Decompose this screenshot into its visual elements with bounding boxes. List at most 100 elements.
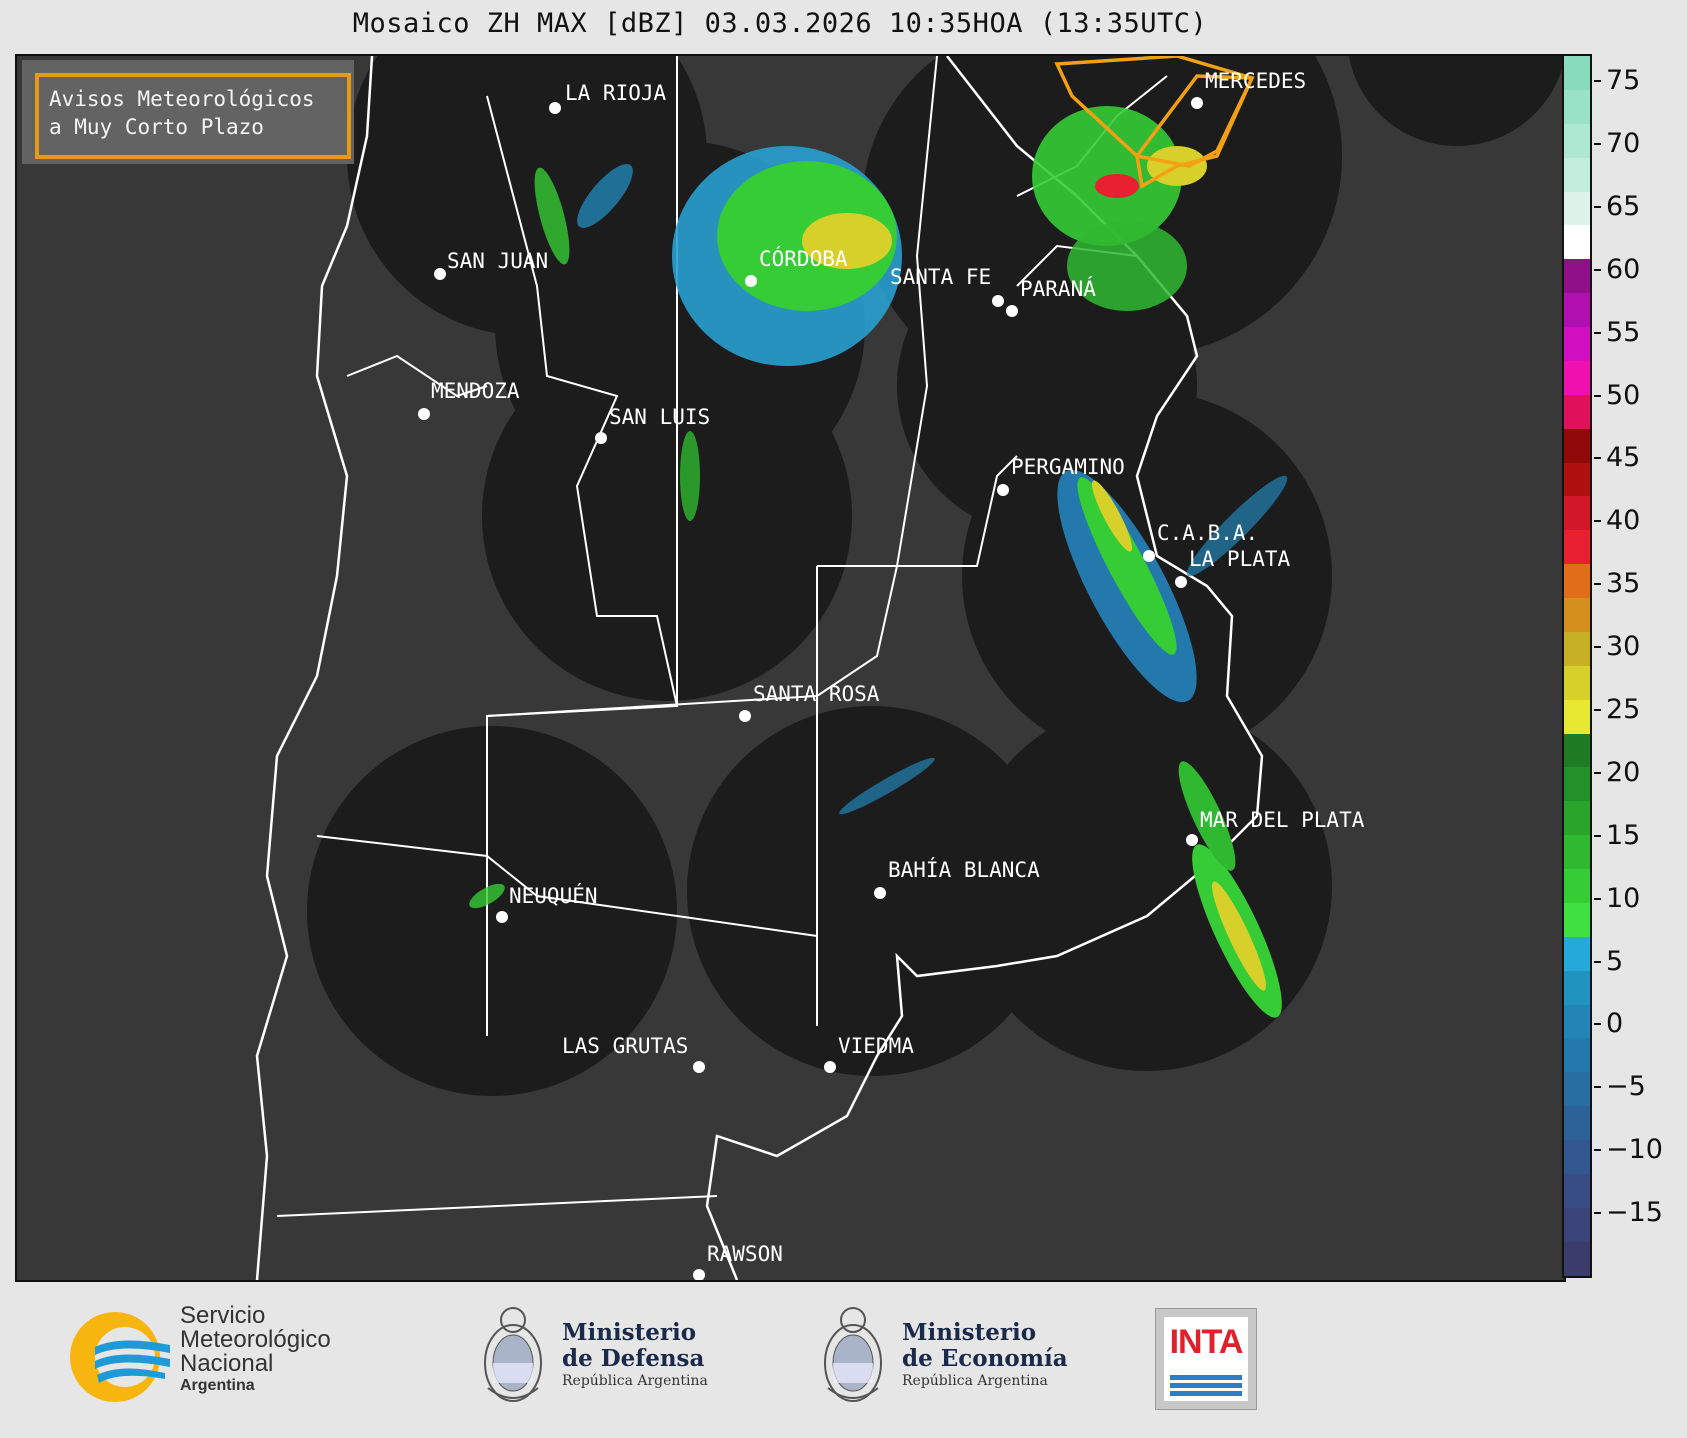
colorbar-segment xyxy=(1564,225,1590,260)
footer-logos: Servicio Meteorológico Nacional Argentin… xyxy=(0,1280,1687,1438)
economia-line-2: de Economía xyxy=(902,1345,1068,1372)
colorbar-tick-label: 5 xyxy=(1606,945,1624,977)
colorbar-segment xyxy=(1564,1173,1590,1208)
colorbar-segment xyxy=(1564,462,1590,497)
colorbar-segment xyxy=(1564,157,1590,192)
city-label: RAWSON xyxy=(707,1242,783,1266)
defensa-line-2: de Defensa xyxy=(562,1345,705,1372)
colorbar-segment xyxy=(1564,902,1590,937)
colorbar-tick-label: 25 xyxy=(1606,694,1641,726)
colorbar-tick-label: 0 xyxy=(1606,1008,1624,1040)
inta-logo-text: INTA xyxy=(1169,1323,1244,1361)
colorbar-segment xyxy=(1564,970,1590,1005)
colorbar-tick-label: 20 xyxy=(1606,756,1641,788)
city-label: NEUQUÉN xyxy=(509,883,598,908)
economia-logo: Ministerio de Economía República Argenti… xyxy=(818,1298,1078,1418)
radar-disc-bahia-blanca xyxy=(687,706,1057,1076)
smn-line-1: Servicio xyxy=(180,1302,266,1329)
defensa-logo: Ministerio de Defensa República Argentin… xyxy=(478,1298,738,1418)
city-label: SAN JUAN xyxy=(447,249,548,273)
colorbar-ticks: 75 70 65 60 55 50 45 40 35 30 25 20 15 10 5 0 −5 −10 −15 xyxy=(1594,54,1684,1278)
colorbar-segment xyxy=(1564,564,1590,598)
colorbar-segment xyxy=(1564,496,1590,531)
colorbar-tick-label: 40 xyxy=(1606,505,1641,537)
economia-line-3: República Argentina xyxy=(902,1373,1048,1389)
colorbar-segment xyxy=(1564,801,1590,836)
warnings-line-1: Avisos Meteorológicos xyxy=(49,87,315,111)
smn-logo: Servicio Meteorológico Nacional Argentin… xyxy=(65,1302,385,1412)
smn-line-4: Argentina xyxy=(180,1377,255,1394)
city-label: C.A.B.A. xyxy=(1157,521,1258,545)
inta-logo: INTA xyxy=(1155,1308,1257,1410)
colorbar-segment xyxy=(1564,767,1590,802)
colorbar-tick-label: 50 xyxy=(1606,379,1641,411)
colorbar-segment xyxy=(1564,1004,1590,1039)
colorbar-segment xyxy=(1564,360,1590,395)
colorbar-segment xyxy=(1564,835,1590,869)
colorbar-segment xyxy=(1564,530,1590,565)
colorbar-segment xyxy=(1564,259,1590,294)
warnings-line-2: a Muy Corto Plazo xyxy=(49,115,264,139)
city-label: CÓRDOBA xyxy=(759,246,848,271)
colorbar-tick-label: 55 xyxy=(1606,316,1641,348)
colorbar-segment xyxy=(1564,869,1590,903)
city-label: MAR DEL PLATA xyxy=(1200,808,1365,832)
colorbar-tick-label: 30 xyxy=(1606,631,1641,663)
colorbar-segment xyxy=(1564,665,1590,700)
colorbar-tick-label: 45 xyxy=(1606,442,1641,474)
defensa-line-3: República Argentina xyxy=(562,1373,708,1389)
city-label: SANTA ROSA xyxy=(753,682,880,706)
city-label: SAN LUIS xyxy=(609,405,710,429)
map-title: Mosaico ZH MAX [dBZ] 03.03.2026 10:35HOA… xyxy=(352,8,1208,39)
city-label: MENDOZA xyxy=(431,379,520,403)
colorbar-segment xyxy=(1564,733,1590,768)
colorbar-segment xyxy=(1564,394,1590,429)
colorbar-tick-label: −10 xyxy=(1606,1134,1663,1166)
colorbar-segment xyxy=(1564,123,1590,158)
warnings-link[interactable]: Avisos Meteorológicos a Muy Corto Plazo xyxy=(35,73,351,159)
colorbar-segment xyxy=(1564,327,1590,361)
colorbar-tick-label: 70 xyxy=(1606,128,1641,160)
city-label: SANTA FE xyxy=(890,265,991,289)
colorbar-segment xyxy=(1564,631,1590,666)
colorbar-segment xyxy=(1564,1207,1590,1242)
radar-map[interactable]: LA RIOJA SAN JUAN CÓRDOBA SANTA FE PARAN… xyxy=(15,54,1566,1282)
city-label: MERCEDES xyxy=(1205,69,1306,93)
colorbar-tick-label: 15 xyxy=(1606,819,1641,851)
colorbar xyxy=(1562,54,1592,1278)
colorbar-segment xyxy=(1564,428,1590,463)
colorbar-tick-label: −15 xyxy=(1606,1197,1663,1229)
city-label: LA RIOJA xyxy=(565,81,667,105)
city-label: BAHÍA BLANCA xyxy=(888,857,1040,882)
colorbar-segment xyxy=(1564,1072,1590,1107)
coat-of-arms-icon xyxy=(824,1307,882,1402)
economia-line-1: Ministerio xyxy=(902,1319,1037,1346)
map-canvas: LA RIOJA SAN JUAN CÓRDOBA SANTA FE PARAN… xyxy=(17,56,1564,1280)
colorbar-segment xyxy=(1564,89,1590,124)
smn-logo-icon xyxy=(70,1312,170,1402)
colorbar-segment xyxy=(1564,56,1590,90)
smn-line-2: Meteorológico xyxy=(180,1326,331,1353)
colorbar-segment xyxy=(1564,936,1590,971)
colorbar-tick-label: −5 xyxy=(1606,1071,1646,1103)
smn-line-3: Nacional xyxy=(180,1350,274,1377)
defensa-line-1: Ministerio xyxy=(562,1319,697,1346)
warnings-panel[interactable]: Avisos Meteorológicos a Muy Corto Plazo xyxy=(22,60,354,164)
colorbar-tick-label: 35 xyxy=(1606,568,1641,600)
city-label: PERGAMINO xyxy=(1011,455,1125,479)
radar-disc-san-luis xyxy=(482,331,852,701)
colorbar-segment xyxy=(1564,191,1590,226)
colorbar-tick-label: 65 xyxy=(1606,190,1641,222)
colorbar-segment xyxy=(1564,1106,1590,1140)
colorbar-segment xyxy=(1564,1241,1590,1276)
colorbar-segment xyxy=(1564,699,1590,734)
coat-of-arms-icon xyxy=(484,1307,542,1402)
city-label: PARANÁ xyxy=(1020,276,1096,301)
colorbar-segment xyxy=(1564,293,1590,327)
colorbar-segment xyxy=(1564,1140,1590,1174)
colorbar-segment xyxy=(1564,598,1590,632)
city-label: LAS GRUTAS xyxy=(562,1034,688,1058)
city-label: LA PLATA xyxy=(1189,547,1291,571)
colorbar-tick-label: 75 xyxy=(1606,65,1641,97)
colorbar-tick-label: 10 xyxy=(1606,882,1641,914)
